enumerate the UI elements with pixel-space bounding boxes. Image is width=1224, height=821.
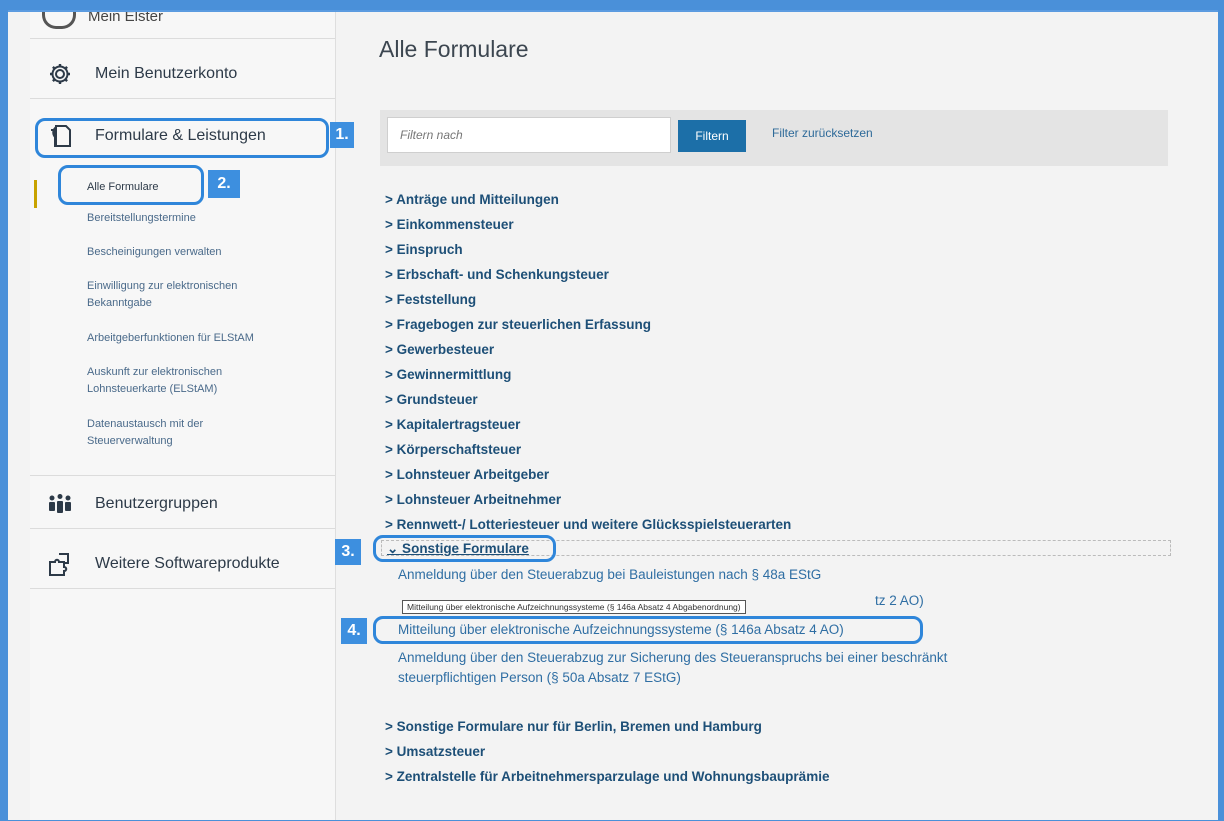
category-link[interactable]: > Sonstige Formulare nur für Berlin, Bre… xyxy=(385,719,762,734)
main-content: Alle Formulare Filtern nach Filtern Filt… xyxy=(335,12,1218,820)
category-link[interactable]: > Anträge und Mitteilungen xyxy=(385,192,559,207)
category-link[interactable]: > Gewinnermittlung xyxy=(385,367,511,382)
users-icon xyxy=(45,489,75,519)
highlight-ring-3 xyxy=(373,535,556,562)
form-link[interactable]: Anmeldung über den Steuerabzug zur Siche… xyxy=(398,648,947,667)
filter-button[interactable]: Filtern xyxy=(678,120,746,152)
category-link[interactable]: > Einkommensteuer xyxy=(385,217,514,232)
sidebar-item-benutzergruppen[interactable]: Benutzergruppen xyxy=(30,480,335,529)
home-icon xyxy=(42,12,76,29)
step-badge-4: 4. xyxy=(341,618,367,644)
sidebar-item-label: Mein Elster xyxy=(88,10,164,25)
active-indicator xyxy=(34,180,37,208)
step-badge-2: 2. xyxy=(208,170,240,198)
sidebar-subitem-arbeitgeberfunktionen[interactable]: Arbeitgeberfunktionen für ELStAM xyxy=(87,330,297,347)
tooltip: Mitteilung über elektronische Aufzeichnu… xyxy=(402,600,746,614)
category-link[interactable]: > Erbschaft- und Schenkungsteuer xyxy=(385,267,609,282)
sidebar-item-label: Benutzergruppen xyxy=(95,495,218,512)
sidebar-item-label: Weitere Softwareprodukte xyxy=(95,555,280,572)
category-link[interactable]: > Zentralstelle für Arbeitnehmersparzula… xyxy=(385,769,829,784)
filter-reset-link[interactable]: Filter zurücksetzen xyxy=(772,126,873,140)
category-link[interactable]: > Einspruch xyxy=(385,242,463,257)
sidebar-item-label: Mein Benutzerkonto xyxy=(95,65,238,82)
highlight-ring-1 xyxy=(35,118,329,158)
page-title: Alle Formulare xyxy=(379,36,529,62)
sidebar-subitem-bescheinigungen[interactable]: Bescheinigungen verwalten xyxy=(87,244,297,261)
category-link[interactable]: > Körperschaftsteuer xyxy=(385,442,521,457)
sidebar-subitem-bereitstellungstermine[interactable]: Bereitstellungstermine xyxy=(87,210,297,227)
category-link[interactable]: > Lohnsteuer Arbeitgeber xyxy=(385,467,549,482)
sidebar-item-weitere-software[interactable]: Weitere Softwareprodukte xyxy=(30,540,335,589)
step-badge-3: 3. xyxy=(335,539,361,565)
category-link[interactable]: > Rennwett-/ Lotteriesteuer und weitere … xyxy=(385,517,791,532)
category-link[interactable]: > Kapitalertragsteuer xyxy=(385,417,520,432)
form-link[interactable]: Anmeldung über den Steuerabzug bei Baule… xyxy=(398,565,821,584)
highlight-ring-2 xyxy=(58,165,204,205)
category-link[interactable]: > Grundsteuer xyxy=(385,392,478,407)
divider xyxy=(30,475,335,476)
category-link[interactable]: > Lohnsteuer Arbeitnehmer xyxy=(385,492,561,507)
sidebar-item-benutzerkonto[interactable]: Mein Benutzerkonto xyxy=(30,50,335,99)
category-link[interactable]: > Feststellung xyxy=(385,292,476,307)
sidebar-subitem-datenaustausch[interactable]: Datenaustausch mit der Steuerverwaltung xyxy=(87,416,247,450)
sidebar-subitem-auskunft[interactable]: Auskunft zur elektronischen Lohnsteuerka… xyxy=(87,364,277,398)
puzzle-icon xyxy=(45,549,75,579)
category-link[interactable]: > Gewerbesteuer xyxy=(385,342,494,357)
gear-icon xyxy=(45,59,75,89)
category-link[interactable]: > Umsatzsteuer xyxy=(385,744,485,759)
highlight-ring-4 xyxy=(373,616,923,644)
form-link[interactable]: steuerpflichtigen Person (§ 50a Absatz 7… xyxy=(398,668,681,687)
form-link-partial[interactable]: tz 2 AO) xyxy=(875,591,924,610)
category-link[interactable]: > Fragebogen zur steuerlichen Erfassung xyxy=(385,317,651,332)
screenshot-frame: Mein Elster Mein Benutzerkonto Formulare… xyxy=(8,10,1218,820)
sidebar-subitem-einwilligung[interactable]: Einwilligung zur elektronischen Bekanntg… xyxy=(87,278,287,312)
sidebar-item-mein-elster[interactable]: Mein Elster xyxy=(30,10,335,39)
filter-bar: Filtern nach Filtern Filter zurücksetzen xyxy=(380,110,1168,166)
filter-input[interactable]: Filtern nach xyxy=(387,117,671,153)
